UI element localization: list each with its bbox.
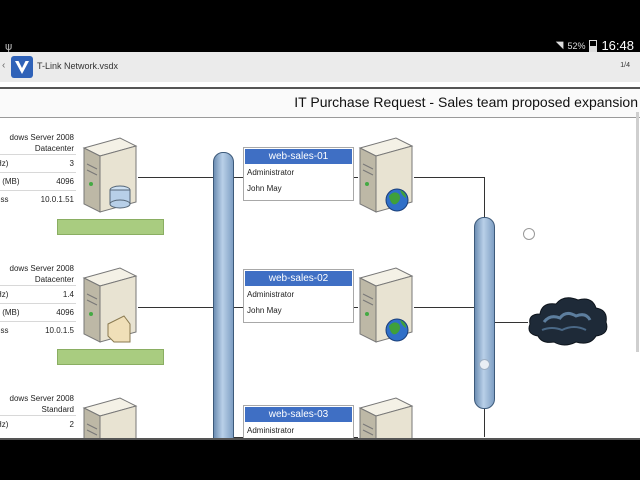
battery-icon — [589, 39, 598, 52]
spec-value: 2 — [69, 420, 74, 429]
spec-label: y (MB) — [0, 308, 20, 317]
spec-row: ess 10.0.1.51 — [0, 190, 76, 208]
spec-label: Hz) — [0, 290, 9, 299]
diagram-title-bar: IT Purchase Request - Sales team propose… — [0, 87, 640, 118]
os-name: dows Server 2008 — [9, 264, 74, 273]
spec-value: 4096 — [56, 177, 74, 186]
diagram-title: IT Purchase Request - Sales team propose… — [294, 94, 638, 110]
web-server-card[interactable]: web-sales-03 Administrator — [243, 405, 354, 440]
spec-label: y (MB) — [0, 177, 20, 186]
system-status-bar: ψ ◥ 52% 16:48 — [0, 0, 640, 53]
connector-line — [414, 177, 484, 178]
diagram-canvas[interactable]: IT Purchase Request - Sales team propose… — [0, 82, 640, 440]
database-server-icon[interactable] — [80, 134, 140, 214]
page-bottom-edge — [0, 438, 640, 440]
document-title: T-Link Network.vsdx — [37, 61, 119, 71]
os-edition: Datacenter — [34, 275, 74, 284]
network-bus-left — [213, 152, 234, 440]
internet-cloud-icon[interactable] — [524, 292, 610, 348]
spec-value: 1.4 — [62, 290, 74, 299]
status-icons: ◥ 52% 16:48 — [556, 38, 634, 53]
os-name: dows Server 2008 — [9, 133, 74, 142]
spec-row: y (MB) 4096 — [0, 303, 76, 321]
web-server-role: Administrator — [247, 168, 295, 177]
web-server-name: web-sales-02 — [245, 271, 352, 286]
spec-value: 4096 — [56, 308, 74, 317]
server-spec-panel: dows Server 2008 Standard Hz) 2 — [0, 393, 76, 433]
vertical-scrollbar[interactable] — [636, 112, 639, 352]
spec-value: 3 — [69, 159, 74, 168]
spec-row: Hz) 3 — [0, 154, 76, 172]
server-spec-panel: dows Server 2008 Datacenter Hz) 1.4 y (MB… — [0, 263, 76, 339]
web-server-icon[interactable] — [356, 134, 416, 214]
spec-label: Hz) — [0, 159, 9, 168]
connector-line — [494, 322, 528, 323]
app-action-bar: ‹ T-Link Network.vsdx 1/4 — [0, 52, 640, 83]
connector-line — [484, 177, 485, 217]
back-chevron-icon[interactable]: ‹ — [2, 60, 5, 71]
spec-label: Hz) — [0, 420, 9, 429]
connector-line — [414, 307, 474, 308]
network-bus-right — [474, 217, 495, 409]
server-spec-panel: dows Server 2008 Datacenter Hz) 3 y (MB) 4… — [0, 132, 76, 208]
connector-line — [138, 307, 213, 308]
os-name: dows Server 2008 — [9, 394, 74, 403]
spec-label: ess — [0, 326, 9, 335]
spec-value: 10.0.1.5 — [45, 326, 74, 335]
spec-row: Hz) 2 — [0, 415, 76, 433]
web-server-role: Administrator — [247, 290, 295, 299]
web-server-card[interactable]: web-sales-01 Administrator John May — [243, 147, 354, 201]
connector-line — [138, 177, 213, 178]
spec-value: 10.0.1.51 — [40, 195, 74, 204]
spec-label: ess — [0, 195, 9, 204]
app-logo-icon[interactable] — [10, 55, 34, 79]
server-icon[interactable] — [80, 394, 140, 440]
web-server-icon[interactable] — [356, 394, 416, 440]
web-server-role: Administrator — [247, 426, 295, 435]
spec-row: Hz) 1.4 — [0, 285, 76, 303]
clock: 16:48 — [601, 38, 634, 53]
os-edition: Datacenter — [34, 144, 74, 153]
file-server-icon[interactable] — [80, 264, 140, 344]
web-server-owner: John May — [247, 184, 282, 193]
web-server-icon[interactable] — [356, 264, 416, 344]
web-server-card[interactable]: web-sales-02 Administrator John May — [243, 269, 354, 323]
wifi-icon: ◥ — [555, 40, 564, 51]
web-server-owner: John May — [247, 306, 282, 315]
server-status-bar — [57, 349, 164, 365]
os-edition: Standard — [41, 405, 74, 414]
bus-endpoint — [479, 359, 490, 370]
connection-point-icon[interactable] — [523, 228, 535, 240]
page-indicator: 1/4 — [620, 62, 630, 69]
connector-line — [484, 407, 485, 437]
spec-row: y (MB) 4096 — [0, 172, 76, 190]
web-server-name: web-sales-03 — [245, 407, 352, 422]
web-server-name: web-sales-01 — [245, 149, 352, 164]
battery-percent: 52% — [567, 40, 586, 51]
server-status-bar — [57, 219, 164, 235]
spec-row: ess 10.0.1.5 — [0, 321, 76, 339]
